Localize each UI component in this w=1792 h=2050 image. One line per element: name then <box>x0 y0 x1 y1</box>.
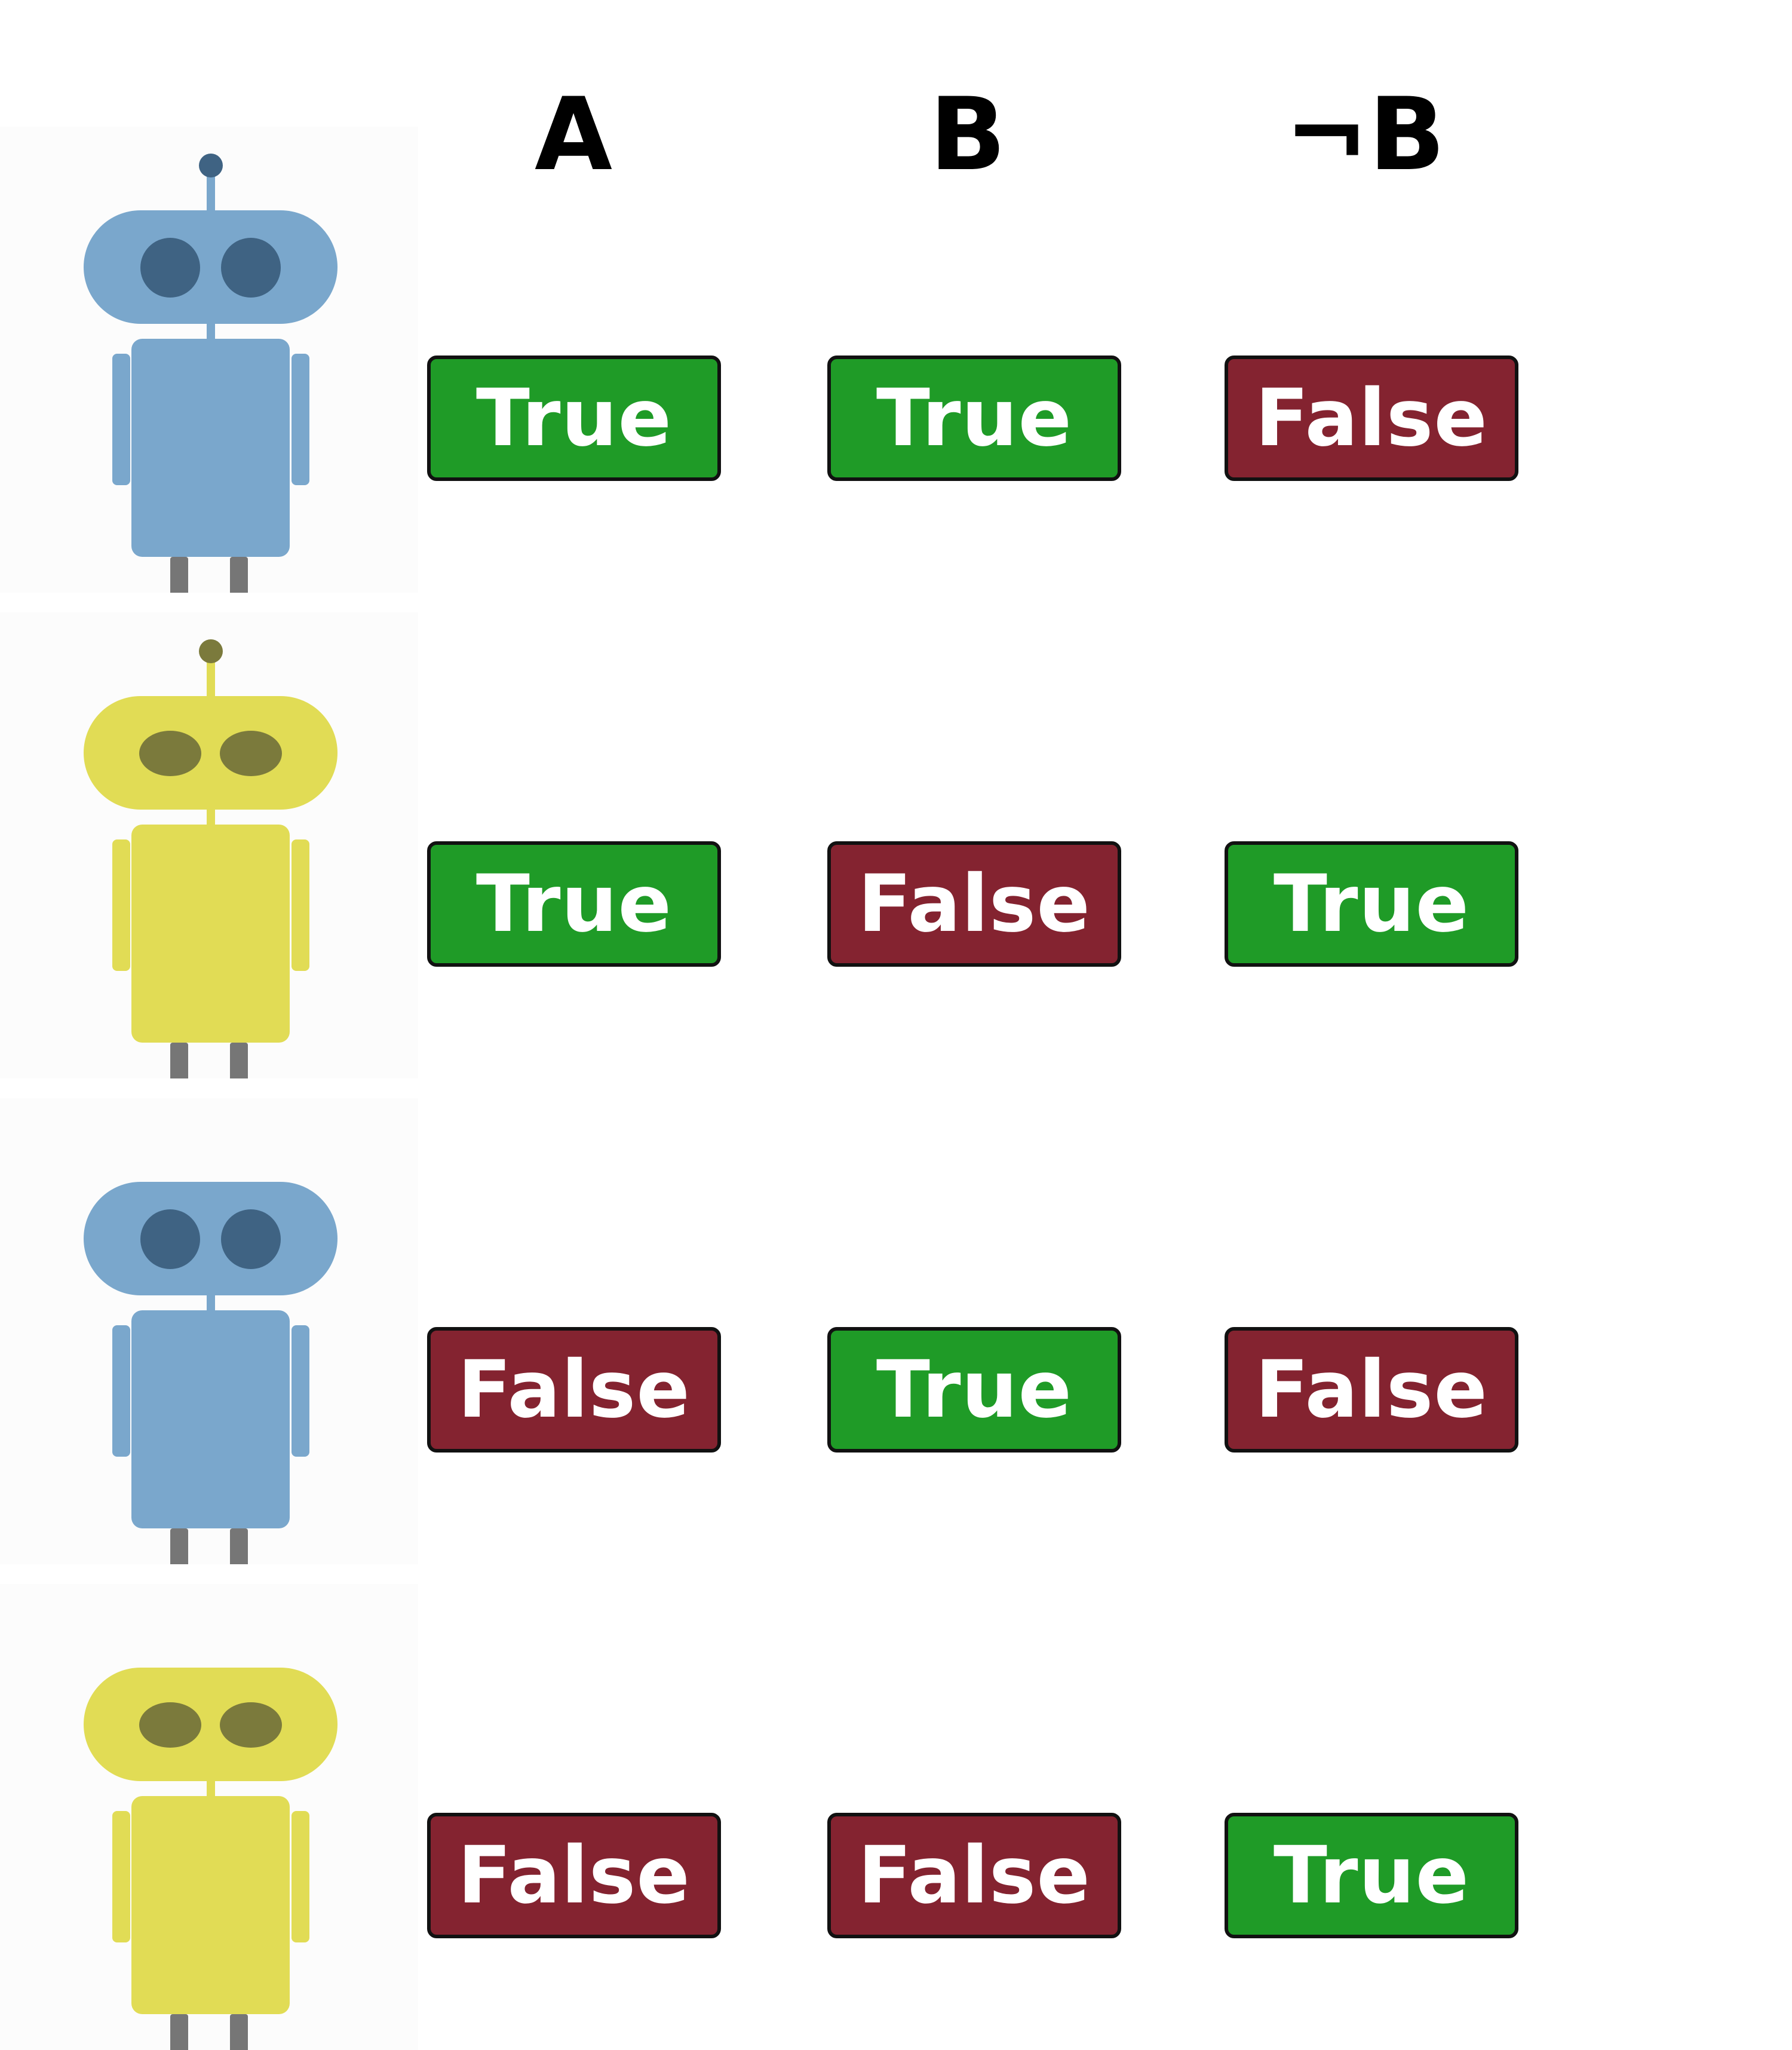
robot-icon <box>0 127 418 593</box>
false-badge: False <box>427 1813 721 1938</box>
false-badge: False <box>827 1813 1121 1938</box>
false-badge: False <box>1225 1327 1518 1453</box>
true-badge: True <box>827 1327 1121 1453</box>
robot-icon <box>0 1098 418 1564</box>
true-badge: True <box>427 841 721 967</box>
true-badge: True <box>1225 1813 1518 1938</box>
false-badge: False <box>427 1327 721 1453</box>
robot-icon <box>0 612 418 1078</box>
column-header-not-b: ¬B <box>1284 76 1446 193</box>
column-header-b: B <box>929 76 1007 193</box>
robot-icon <box>0 1584 418 2050</box>
true-badge: True <box>427 356 721 481</box>
false-badge: False <box>827 841 1121 967</box>
column-header-a: A <box>534 76 613 193</box>
true-badge: True <box>1225 841 1518 967</box>
false-badge: False <box>1225 356 1518 481</box>
true-badge: True <box>827 356 1121 481</box>
